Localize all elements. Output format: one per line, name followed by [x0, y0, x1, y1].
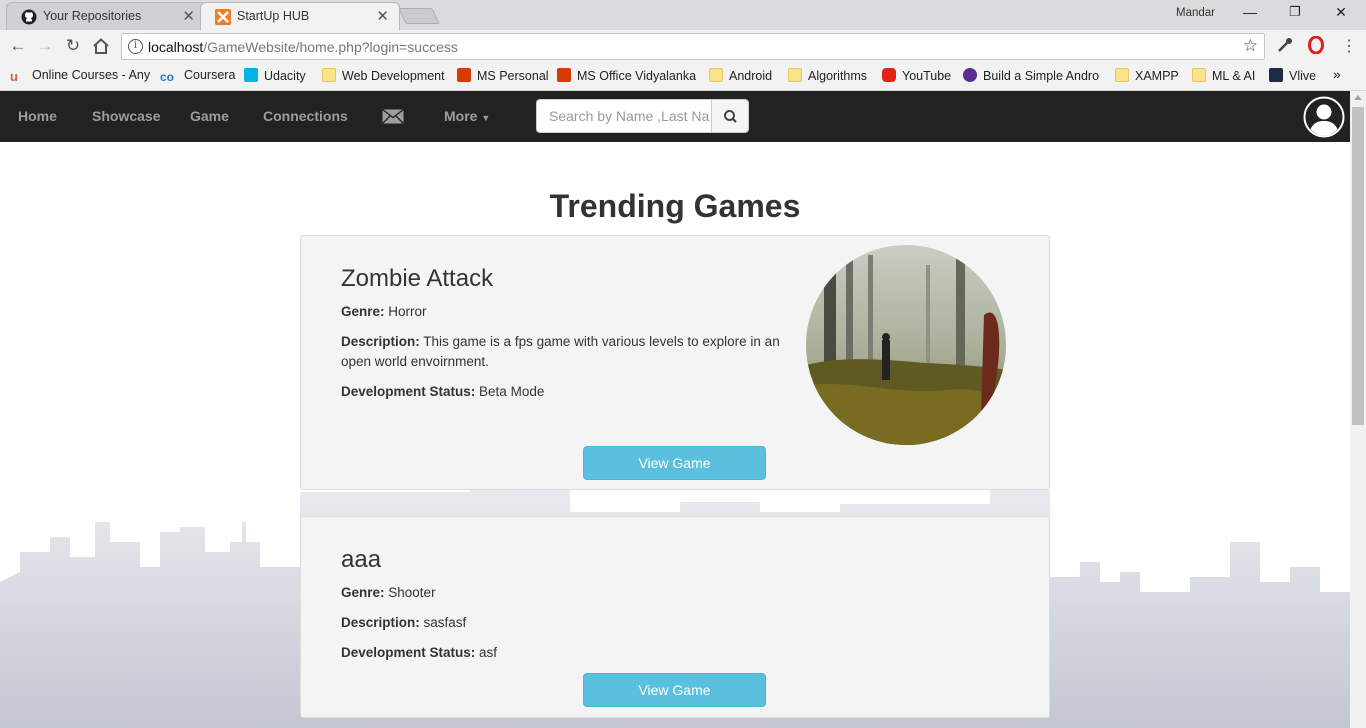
bookmark-udacity[interactable]: Udacity: [244, 68, 306, 84]
vlive-icon: [1269, 68, 1283, 82]
udemy-icon: u: [10, 69, 18, 84]
tab-close-icon[interactable]: ✕: [376, 7, 389, 25]
new-tab-button[interactable]: [398, 8, 440, 24]
page-title: Trending Games: [549, 188, 801, 224]
more-bookmarks-button[interactable]: »: [1333, 66, 1341, 82]
view-game-button[interactable]: View Game: [583, 446, 766, 480]
caret-down-icon: ▼: [481, 113, 491, 123]
opera-icon[interactable]: [1307, 36, 1325, 54]
browser-profile-name[interactable]: Mandar: [1176, 7, 1215, 19]
game-title: Zombie Attack: [341, 265, 494, 292]
home-icon[interactable]: [92, 38, 110, 54]
game-thumbnail-image: [806, 245, 1006, 445]
bookmark-ml-ai[interactable]: ML & AI: [1192, 68, 1255, 84]
tab-your-repositories[interactable]: Your Repositories ✕: [6, 2, 206, 30]
folder-icon: [322, 68, 336, 82]
bookmark-xampp[interactable]: XAMPP: [1115, 68, 1179, 84]
bookmark-youtube[interactable]: YouTube: [882, 68, 951, 84]
back-arrow-icon[interactable]: ←: [8, 36, 28, 56]
view-game-button[interactable]: View Game: [583, 673, 766, 707]
tab-title: StartUp HUB: [237, 9, 310, 23]
scroll-up-arrow-icon[interactable]: [1354, 95, 1362, 100]
bookmark-algorithms[interactable]: Algorithms: [788, 68, 867, 84]
site-navbar: Home Showcase Game Connections More ▼ Se…: [0, 91, 1350, 142]
udacity-icon: [244, 68, 258, 82]
address-bar[interactable]: i localhost/GameWebsite/home.php?login=s…: [121, 33, 1265, 60]
game-genre: Genre: Horror: [341, 304, 427, 319]
office-icon: [457, 68, 471, 82]
browser-tab-strip: Your Repositories ✕ StartUp HUB ✕ Mandar…: [0, 0, 1366, 30]
nav-home[interactable]: Home: [18, 108, 57, 124]
tab-startup-hub[interactable]: StartUp HUB ✕: [200, 2, 400, 30]
minimize-icon[interactable]: —: [1240, 4, 1260, 20]
nav-showcase[interactable]: Showcase: [92, 108, 160, 124]
restore-icon[interactable]: ❐: [1285, 4, 1305, 20]
game-card: Zombie Attack Genre: Horror Description:…: [300, 235, 1050, 490]
bookmark-android[interactable]: Android: [709, 68, 772, 84]
eyedropper-icon[interactable]: [1276, 36, 1294, 54]
nav-connections[interactable]: Connections: [263, 108, 348, 124]
stripe-icon: [963, 68, 977, 82]
bookmark-udemy[interactable]: u Online Courses - Any: [10, 68, 150, 84]
forward-arrow-icon[interactable]: →: [35, 36, 55, 56]
menu-kebab-icon[interactable]: ⋮: [1340, 36, 1358, 55]
scrollbar-thumb[interactable]: [1352, 107, 1364, 425]
github-icon: [21, 9, 37, 25]
bookmark-build-simple-android[interactable]: Build a Simple Andro: [963, 68, 1099, 84]
folder-icon: [788, 68, 802, 82]
folder-icon: [1192, 68, 1206, 82]
reload-icon[interactable]: ↻: [63, 36, 83, 56]
search-button[interactable]: [711, 99, 749, 133]
mail-icon[interactable]: [382, 109, 404, 124]
user-avatar-icon[interactable]: [1303, 96, 1345, 138]
folder-icon: [1115, 68, 1129, 82]
game-card: aaa Genre: Shooter Description: sasfasf …: [300, 516, 1050, 718]
bookmark-star-icon[interactable]: ☆: [1243, 36, 1258, 56]
coursera-icon: co: [160, 70, 175, 84]
game-description: Description: This game is a fps game wit…: [341, 334, 780, 369]
browser-toolbar: ← → ↻ i localhost/GameWebsite/home.php?l…: [0, 30, 1366, 62]
bookmark-ms-personal[interactable]: MS Personal: [457, 68, 549, 84]
game-development-status: Development Status: asf: [341, 645, 498, 660]
page-scrollbar[interactable]: [1350, 91, 1366, 728]
game-genre: Genre: Shooter: [341, 585, 436, 600]
info-icon[interactable]: i: [128, 39, 143, 54]
office-icon: [557, 68, 571, 82]
bookmark-coursera[interactable]: co Coursera: [160, 68, 235, 84]
game-description: Description: sasfasf: [341, 615, 467, 630]
close-window-icon[interactable]: ✕: [1331, 4, 1351, 21]
youtube-icon: [882, 68, 896, 82]
search-icon: [724, 110, 737, 123]
page-content: Trending Games Zombie Attack Genre: Horr…: [0, 142, 1350, 728]
game-title: aaa: [341, 546, 382, 573]
bookmark-ms-office-vidyalanka[interactable]: MS Office Vidyalanka: [557, 68, 696, 84]
nav-more-dropdown[interactable]: More ▼: [444, 108, 490, 124]
folder-icon: [709, 68, 723, 82]
game-development-status: Development Status: Beta Mode: [341, 384, 545, 399]
search-input[interactable]: Search by Name ,Last Na: [536, 99, 712, 133]
bookmarks-bar: u Online Courses - Any co Coursera Udacity…: [0, 62, 1366, 91]
nav-game[interactable]: Game: [190, 108, 229, 124]
bookmark-web-development[interactable]: Web Development: [322, 68, 445, 84]
bookmark-vlive[interactable]: Vlive: [1269, 68, 1316, 84]
tab-close-icon[interactable]: ✕: [182, 7, 195, 25]
url-text: localhost/GameWebsite/home.php?login=suc…: [148, 39, 458, 55]
tab-title: Your Repositories: [43, 9, 142, 23]
xampp-icon: [215, 9, 231, 25]
